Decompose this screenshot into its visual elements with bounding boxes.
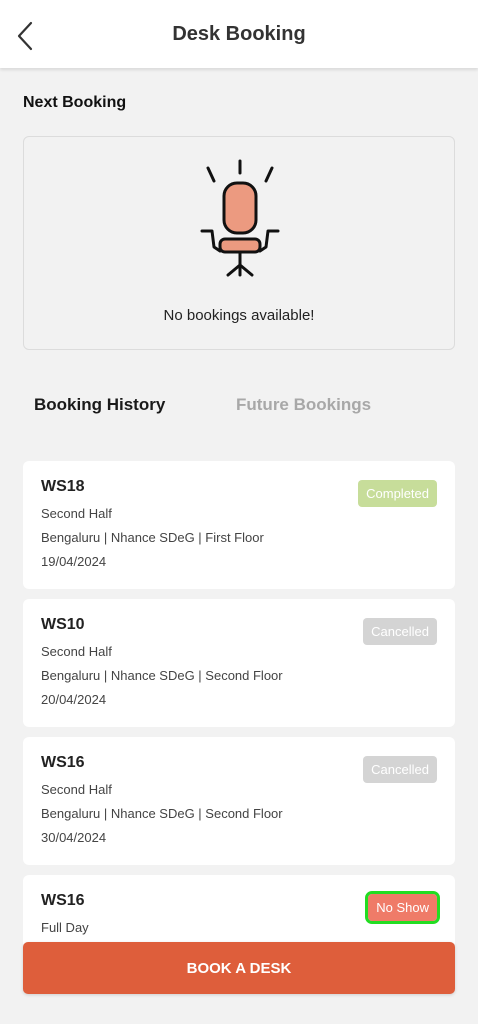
- empty-state-text: No bookings available!: [163, 307, 315, 324]
- booking-list[interactable]: WS18 Second Half Bengaluru | Nhance SDeG…: [23, 461, 455, 944]
- booking-card[interactable]: WS16 Full Day No Show: [23, 875, 455, 944]
- app-bar: Desk Booking: [0, 0, 478, 68]
- next-booking-title: Next Booking: [23, 94, 127, 111]
- next-booking-card: No bookings available!: [23, 136, 455, 350]
- status-badge: Cancelled: [363, 756, 437, 783]
- desk-id: WS16: [41, 892, 85, 909]
- booking-slot: Full Day: [41, 920, 89, 935]
- booking-slot: Second Half: [41, 782, 112, 797]
- booking-date: 19/04/2024: [41, 554, 107, 569]
- desk-id: WS18: [41, 478, 85, 495]
- booking-location: Bengaluru | Nhance SDeG | Second Floor: [41, 668, 283, 683]
- booking-tabs: Booking History Future Bookings: [0, 390, 478, 424]
- booking-card[interactable]: WS18 Second Half Bengaluru | Nhance SDeG…: [23, 461, 455, 589]
- desk-id: WS10: [41, 616, 85, 633]
- booking-date: 30/04/2024: [41, 830, 107, 845]
- chevron-left-icon: [17, 21, 33, 51]
- office-chair-icon: [200, 159, 280, 277]
- booking-card[interactable]: WS16 Second Half Bengaluru | Nhance SDeG…: [23, 737, 455, 865]
- booking-location: Bengaluru | Nhance SDeG | First Floor: [41, 530, 264, 545]
- back-button[interactable]: [10, 20, 40, 52]
- booking-date: 20/04/2024: [41, 692, 107, 707]
- booking-card[interactable]: WS10 Second Half Bengaluru | Nhance SDeG…: [23, 599, 455, 727]
- tab-booking-history[interactable]: Booking History: [34, 395, 165, 415]
- tab-future-bookings[interactable]: Future Bookings: [236, 395, 371, 415]
- desk-id: WS16: [41, 754, 85, 771]
- booking-location: Bengaluru | Nhance SDeG | Second Floor: [41, 806, 283, 821]
- status-badge: No Show: [365, 891, 440, 924]
- status-badge: Cancelled: [363, 618, 437, 645]
- book-desk-button[interactable]: BOOK A DESK: [23, 942, 455, 994]
- booking-slot: Second Half: [41, 506, 112, 521]
- booking-slot: Second Half: [41, 644, 112, 659]
- status-badge: Completed: [358, 480, 437, 507]
- page-title: Desk Booking: [172, 22, 306, 45]
